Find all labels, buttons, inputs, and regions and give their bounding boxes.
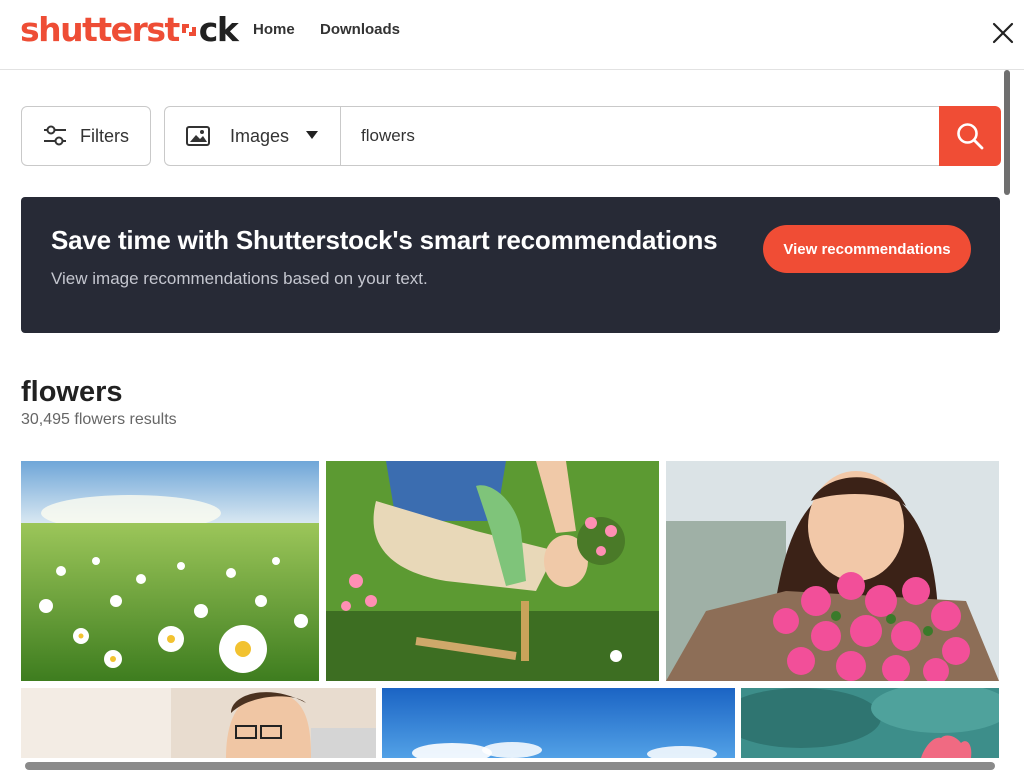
banner-subtitle: View image recommendations based on your… <box>51 269 428 288</box>
banner-title: Save time with Shutterstock's smart reco… <box>51 225 718 255</box>
lotus-image <box>741 688 999 758</box>
daisy-meadow-image <box>21 461 319 681</box>
horizontal-scrollbar[interactable] <box>25 762 995 770</box>
close-icon <box>992 22 1014 44</box>
logo-text-end: ck <box>198 10 239 49</box>
nav-home-link[interactable]: Home <box>253 21 295 38</box>
results-title: flowers <box>21 376 123 408</box>
shutterstock-logo[interactable]: shutterst ck <box>20 10 239 50</box>
filters-label: Filters <box>80 125 129 146</box>
woman-with-flowers-image <box>666 461 999 681</box>
image-tile-daisy-meadow[interactable] <box>21 461 319 681</box>
image-tile-lotus[interactable] <box>741 688 999 758</box>
image-tile-blue-sky[interactable] <box>382 688 735 758</box>
logo-mark <box>179 10 199 49</box>
filters-button[interactable]: Filters <box>21 106 151 166</box>
view-recommendations-button[interactable]: View recommendations <box>763 225 971 273</box>
gardening-image <box>326 461 659 681</box>
logo-text-main: shutterst <box>20 10 180 49</box>
media-type-label: Images <box>230 125 290 146</box>
image-tile-woman-flowers[interactable] <box>666 461 999 681</box>
man-with-glasses-image <box>21 688 376 758</box>
image-tile-man-glasses[interactable] <box>21 688 376 758</box>
top-bar: shutterst ck Home Downloads <box>0 0 1024 70</box>
close-button[interactable] <box>988 18 1018 48</box>
search-icon <box>957 123 984 150</box>
search-bar: Images <box>164 106 1001 166</box>
image-tile-gardening[interactable] <box>326 461 659 681</box>
image-icon <box>186 126 210 146</box>
search-input[interactable] <box>343 117 933 155</box>
recommendations-banner: Save time with Shutterstock's smart reco… <box>21 197 1000 333</box>
blue-sky-image <box>382 688 735 758</box>
caret-down-icon <box>306 131 318 139</box>
sliders-icon <box>44 125 66 146</box>
vertical-scrollbar[interactable] <box>1004 70 1012 195</box>
results-count: 30,495 flowers results <box>21 411 177 428</box>
media-type-dropdown[interactable]: Images <box>165 107 341 165</box>
vertical-scrollbar-thumb[interactable] <box>1004 70 1010 195</box>
search-button[interactable] <box>939 106 1001 166</box>
nav-downloads-link[interactable]: Downloads <box>320 21 400 38</box>
